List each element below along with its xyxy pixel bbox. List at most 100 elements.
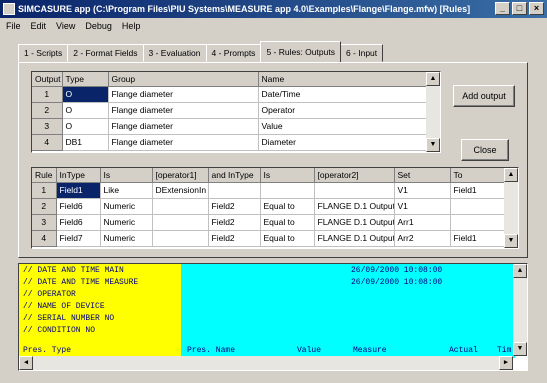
col-operator2[interactable]: [operator2] bbox=[314, 168, 395, 183]
rules-table: Rule InType Is [operator1] and InType Is… bbox=[32, 168, 507, 247]
cell[interactable]: V1 bbox=[394, 198, 451, 215]
col-rule[interactable]: Rule bbox=[32, 168, 57, 183]
scroll-down-arrow-icon[interactable]: ▼ bbox=[504, 234, 518, 248]
col-operator1[interactable]: [operator1] bbox=[152, 168, 209, 183]
cell[interactable]: Equal to bbox=[260, 198, 315, 215]
table-row[interactable]: 3 Field6 Numeric Field2 Equal to FLANGE … bbox=[32, 214, 507, 231]
name-cell[interactable]: Operator bbox=[258, 102, 429, 119]
cell[interactable]: Field6 bbox=[56, 214, 101, 231]
col-to[interactable]: To bbox=[450, 168, 507, 183]
group-cell[interactable]: Flange diameter bbox=[108, 118, 259, 135]
group-cell[interactable]: Flange diameter bbox=[108, 102, 259, 119]
type-cell[interactable]: O bbox=[62, 118, 109, 135]
cell[interactable] bbox=[450, 198, 507, 215]
cell[interactable]: Field2 bbox=[208, 230, 261, 247]
table-row[interactable]: 1 Field1 Like DExtensionIn V1 Field1 bbox=[32, 182, 507, 199]
cell[interactable]: Numeric bbox=[100, 214, 153, 231]
maximize-button[interactable]: □ bbox=[512, 2, 527, 15]
cell[interactable] bbox=[260, 182, 315, 199]
tab-scripts[interactable]: 1 - Scripts bbox=[18, 44, 69, 62]
table-row[interactable]: 4 DB1 Flange diameter Diameter bbox=[32, 134, 429, 151]
scroll-left-arrow-icon[interactable]: ◀ bbox=[19, 356, 33, 370]
cell[interactable]: Field1 bbox=[450, 182, 507, 199]
cell[interactable]: V1 bbox=[394, 182, 451, 199]
name-cell[interactable]: Date/Time bbox=[258, 86, 429, 103]
menu-edit[interactable]: Edit bbox=[31, 18, 47, 34]
console-horizontal-scrollbar[interactable]: ◀ ▶ bbox=[19, 356, 513, 370]
col-intype[interactable]: InType bbox=[56, 168, 101, 183]
name-cell[interactable]: Diameter bbox=[258, 134, 429, 151]
tab-format-fields[interactable]: 2 - Format Fields bbox=[67, 44, 144, 62]
col-and-intype[interactable]: and InType bbox=[208, 168, 261, 183]
cell[interactable]: FLANGE D.1 Output3 bbox=[314, 230, 395, 247]
close-button[interactable]: Close bbox=[461, 139, 509, 161]
cell[interactable]: FLANGE D.1 Output2 bbox=[314, 214, 395, 231]
cell[interactable] bbox=[450, 214, 507, 231]
table-row[interactable]: 2 O Flange diameter Operator bbox=[32, 102, 429, 119]
menu-help[interactable]: Help bbox=[122, 18, 141, 34]
add-output-button[interactable]: Add output bbox=[453, 85, 515, 107]
scroll-up-arrow-icon[interactable]: ▲ bbox=[504, 168, 518, 182]
cell[interactable]: Field6 bbox=[56, 198, 101, 215]
col-is[interactable]: Is bbox=[100, 168, 153, 183]
menu-view[interactable]: View bbox=[56, 18, 75, 34]
rules-grid[interactable]: Rule InType Is [operator1] and InType Is… bbox=[31, 167, 519, 249]
row-number: 4 bbox=[32, 230, 57, 247]
cell[interactable]: Arr1 bbox=[394, 214, 451, 231]
cell[interactable]: Field7 bbox=[56, 230, 101, 247]
minimize-button[interactable]: _ bbox=[495, 2, 510, 15]
cell[interactable]: Field2 bbox=[208, 198, 261, 215]
scroll-up-arrow-icon[interactable]: ▲ bbox=[513, 264, 527, 278]
group-cell[interactable]: Flange diameter bbox=[108, 134, 259, 151]
cell[interactable]: Numeric bbox=[100, 198, 153, 215]
cell[interactable]: Numeric bbox=[100, 230, 153, 247]
tab-input[interactable]: 6 - Input bbox=[339, 44, 384, 62]
table-row[interactable]: 4 Field7 Numeric Field2 Equal to FLANGE … bbox=[32, 230, 507, 247]
cell[interactable] bbox=[314, 182, 395, 199]
tab-evaluation[interactable]: 3 - Evaluation bbox=[142, 44, 207, 62]
cell[interactable]: FLANGE D.1 Output1 bbox=[314, 198, 395, 215]
output-console[interactable]: // DATE AND TIME MAIN // DATE AND TIME M… bbox=[18, 263, 528, 371]
table-row[interactable]: 1 O Flange diameter Date/Time bbox=[32, 86, 429, 103]
cell[interactable]: DExtensionIn bbox=[152, 182, 209, 199]
scroll-down-arrow-icon[interactable]: ▼ bbox=[426, 138, 440, 152]
cell[interactable] bbox=[152, 214, 209, 231]
name-cell[interactable]: Value bbox=[258, 118, 429, 135]
cell[interactable]: Field1 bbox=[56, 182, 101, 199]
scroll-down-arrow-icon[interactable]: ▼ bbox=[513, 342, 527, 356]
tab-rules-outputs[interactable]: 5 - Rules: Outputs bbox=[260, 41, 341, 62]
tab-prompts[interactable]: 4 - Prompts bbox=[205, 44, 262, 62]
menu-debug[interactable]: Debug bbox=[85, 18, 112, 34]
outputs-grid[interactable]: Output Type Group Name 1 O Flange diamet… bbox=[31, 71, 441, 153]
cell[interactable]: Field2 bbox=[208, 214, 261, 231]
col-set[interactable]: Set bbox=[394, 168, 451, 183]
cell[interactable]: Field1 bbox=[450, 230, 507, 247]
menu-file[interactable]: File bbox=[6, 18, 21, 34]
table-row[interactable]: 3 O Flange diameter Value bbox=[32, 118, 429, 135]
col-type[interactable]: Type bbox=[62, 72, 109, 87]
cell[interactable]: Equal to bbox=[260, 230, 315, 247]
console-line: // NAME OF DEVICE bbox=[23, 302, 105, 311]
group-cell[interactable]: Flange diameter bbox=[108, 86, 259, 103]
scroll-up-arrow-icon[interactable]: ▲ bbox=[426, 72, 440, 86]
cell[interactable]: Equal to bbox=[260, 214, 315, 231]
type-cell[interactable]: DB1 bbox=[62, 134, 109, 151]
row-number: 2 bbox=[32, 198, 57, 215]
cell[interactable]: Like bbox=[100, 182, 153, 199]
cell[interactable] bbox=[152, 230, 209, 247]
col-output[interactable]: Output bbox=[32, 72, 63, 87]
col-name[interactable]: Name bbox=[258, 72, 429, 87]
cell[interactable] bbox=[208, 182, 261, 199]
rules-vertical-scrollbar[interactable]: ▲ ▼ bbox=[504, 168, 518, 248]
cell[interactable]: Arr2 bbox=[394, 230, 451, 247]
col-group[interactable]: Group bbox=[108, 72, 259, 87]
cell[interactable] bbox=[152, 198, 209, 215]
scroll-right-arrow-icon[interactable]: ▶ bbox=[499, 356, 513, 370]
table-row[interactable]: 2 Field6 Numeric Field2 Equal to FLANGE … bbox=[32, 198, 507, 215]
type-cell[interactable]: O bbox=[62, 102, 109, 119]
type-cell[interactable]: O bbox=[62, 86, 109, 103]
close-window-button[interactable]: × bbox=[529, 2, 544, 15]
console-vertical-scrollbar[interactable]: ▲ ▼ bbox=[513, 264, 527, 356]
outputs-vertical-scrollbar[interactable]: ▲ ▼ bbox=[426, 72, 440, 152]
col-is-2[interactable]: Is bbox=[260, 168, 315, 183]
